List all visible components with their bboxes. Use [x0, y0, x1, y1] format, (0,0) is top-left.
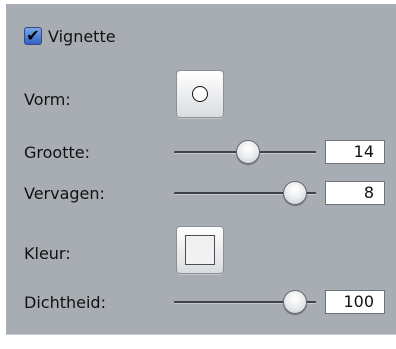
vignette-panel: ✔ Vignette Vorm: Grootte: 14 Vervagen: 8…: [6, 4, 396, 335]
color-button[interactable]: [176, 226, 224, 274]
size-slider[interactable]: [174, 140, 316, 164]
density-slider-thumb[interactable]: [282, 290, 307, 314]
shape-label: Vorm:: [24, 90, 71, 109]
size-value-field[interactable]: 14: [325, 140, 385, 164]
density-value-field[interactable]: 100: [325, 290, 385, 314]
fade-label: Vervagen:: [24, 184, 105, 203]
shape-button[interactable]: [176, 70, 224, 118]
color-swatch: [185, 235, 215, 265]
circle-shape-icon: [192, 86, 208, 102]
density-slider[interactable]: [174, 290, 316, 314]
vignette-checkbox[interactable]: ✔: [24, 26, 42, 45]
size-slider-thumb[interactable]: [235, 140, 260, 164]
fade-slider[interactable]: [174, 181, 316, 205]
fade-value-field[interactable]: 8: [325, 181, 385, 205]
vignette-label: Vignette: [48, 26, 116, 46]
vignette-row[interactable]: ✔ Vignette: [24, 26, 116, 46]
size-label: Grootte:: [24, 143, 90, 162]
color-label: Kleur:: [24, 244, 71, 263]
density-label: Dichtheid:: [24, 293, 106, 312]
fade-slider-thumb[interactable]: [282, 181, 307, 205]
